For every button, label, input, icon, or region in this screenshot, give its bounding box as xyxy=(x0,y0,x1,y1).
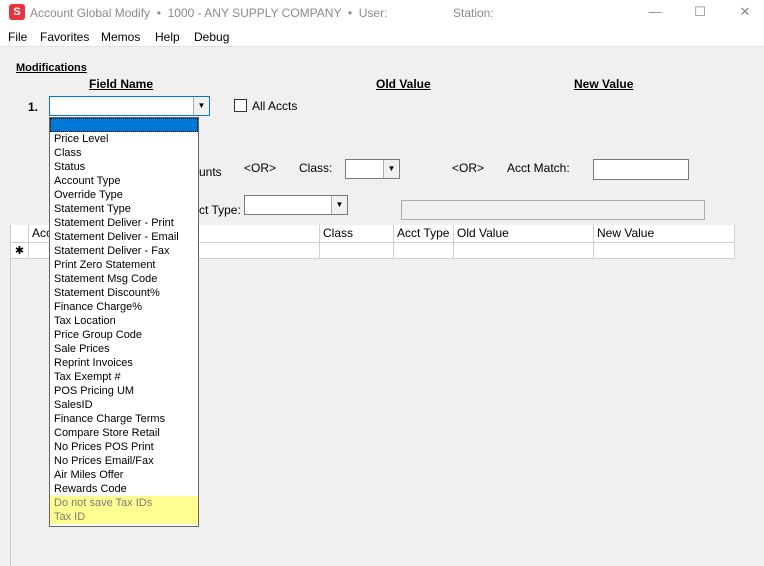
dropdown-option[interactable]: Statement Deliver - Email xyxy=(50,230,198,244)
dropdown-option[interactable]: Reprint Invoices xyxy=(50,356,198,370)
dropdown-option[interactable]: Status xyxy=(50,160,198,174)
menu-debug[interactable]: Debug xyxy=(194,30,229,44)
grid-col-new-value[interactable]: New Value xyxy=(594,225,735,243)
dropdown-option[interactable]: Rewards Code xyxy=(50,482,198,496)
minimize-button[interactable]: — xyxy=(645,3,665,21)
or-label-2: <OR> xyxy=(452,161,485,175)
all-accts-checkbox[interactable] xyxy=(234,99,247,112)
row-number: 1. xyxy=(28,100,39,114)
status-box xyxy=(401,200,705,220)
acct-match-input[interactable] xyxy=(593,159,689,180)
all-accts-label: All Accts xyxy=(252,99,298,113)
dropdown-option[interactable]: Tax ID xyxy=(50,510,198,524)
dropdown-option[interactable]: Print Zero Statement xyxy=(50,258,198,272)
dropdown-option[interactable] xyxy=(50,118,198,132)
dropdown-option[interactable]: Finance Charge Terms xyxy=(50,412,198,426)
field-name-dropdown-list[interactable]: Price Level Class Status Account Type Overri… xyxy=(49,117,199,527)
chevron-down-icon[interactable]: ▼ xyxy=(331,196,347,214)
dropdown-option[interactable]: Statement Msg Code xyxy=(50,272,198,286)
station-label: Station: xyxy=(453,6,494,20)
or-label-1: <OR> xyxy=(244,161,277,175)
section-label: Modifications xyxy=(16,62,87,74)
chevron-down-icon[interactable]: ▼ xyxy=(193,97,209,115)
field-name-combo[interactable]: ▼ xyxy=(49,96,210,116)
app-logo-icon: S xyxy=(9,4,25,20)
class-label: Class: xyxy=(299,161,333,175)
menu-file[interactable]: File xyxy=(8,30,27,44)
dropdown-option[interactable]: Override Type xyxy=(50,188,198,202)
dropdown-option[interactable]: Class xyxy=(50,146,198,160)
title-bar: S Account Global Modify • 1000 - ANY SUP… xyxy=(0,0,764,26)
dropdown-option[interactable]: Do not save Tax IDs xyxy=(50,496,198,510)
dropdown-option[interactable]: Statement Deliver - Print xyxy=(50,216,198,230)
new-row-icon: ✱ xyxy=(11,243,29,259)
menu-help[interactable]: Help xyxy=(155,30,180,44)
dropdown-option[interactable]: No Prices POS Print xyxy=(50,440,198,454)
grid-col-old-value[interactable]: Old Value xyxy=(454,225,594,243)
dropdown-option[interactable]: Compare Store Retail xyxy=(50,426,198,440)
dropdown-option[interactable]: POS Pricing UM xyxy=(50,384,198,398)
dropdown-option[interactable]: Price Group Code xyxy=(50,328,198,342)
new-value-header: New Value xyxy=(574,77,634,91)
menu-memos[interactable]: Memos xyxy=(101,30,140,44)
class-combo[interactable]: ▼ xyxy=(345,159,400,179)
menu-bar: File Favorites Memos Help Debug xyxy=(0,26,764,47)
dropdown-option[interactable]: Air Miles Offer xyxy=(50,468,198,482)
acct-type-combo[interactable]: ▼ xyxy=(244,195,348,215)
field-name-header: Field Name xyxy=(89,77,154,91)
acct-match-label: Acct Match: xyxy=(507,161,570,175)
dropdown-option[interactable]: Account Type xyxy=(50,174,198,188)
dropdown-option[interactable]: Tax Exempt # xyxy=(50,370,198,384)
grid-col-class[interactable]: Class xyxy=(320,225,394,243)
row-selector-header xyxy=(11,225,29,243)
chevron-down-icon[interactable]: ▼ xyxy=(383,160,399,178)
old-value-header: Old Value xyxy=(376,77,431,91)
dropdown-option[interactable]: No Prices Email/Fax xyxy=(50,454,198,468)
dropdown-option[interactable]: Tax Location xyxy=(50,314,198,328)
window-title: Account Global Modify • 1000 - ANY SUPPL… xyxy=(30,6,388,20)
maximize-button[interactable]: ☐ xyxy=(690,3,710,21)
grid-col-acct-type[interactable]: Acct Type xyxy=(394,225,454,243)
dropdown-option[interactable]: Price Level xyxy=(50,132,198,146)
dropdown-option[interactable]: Finance Charge% xyxy=(50,300,198,314)
accounts-label: unts xyxy=(199,165,222,179)
acct-type-label: ct Type: xyxy=(199,203,241,217)
dropdown-option[interactable]: Statement Type xyxy=(50,202,198,216)
dropdown-option[interactable]: SalesID xyxy=(50,398,198,412)
dropdown-option[interactable]: Statement Discount% xyxy=(50,286,198,300)
menu-favorites[interactable]: Favorites xyxy=(40,30,89,44)
close-button[interactable]: ✕ xyxy=(735,3,755,21)
dropdown-option[interactable]: Sale Prices xyxy=(50,342,198,356)
dropdown-option[interactable]: Statement Deliver - Fax xyxy=(50,244,198,258)
